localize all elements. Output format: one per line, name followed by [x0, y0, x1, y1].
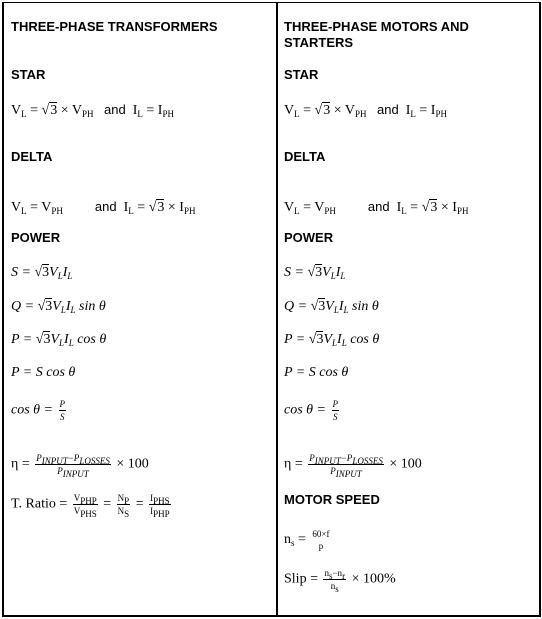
- synchronous-speed-formula: ns = 60×f p: [284, 529, 330, 551]
- real-power-formula: P = √3VLIL cos θ: [11, 331, 107, 348]
- real-power-formula: P = √3VLIL cos θ: [284, 331, 380, 348]
- apparent-power-formula: S = √3VLIL: [11, 264, 73, 281]
- motors-column: THREE-PHASE MOTORS AND STARTERS STAR VL =…: [278, 3, 539, 615]
- power-factor-formula: cos θ = PS: [284, 399, 339, 422]
- star-heading: STAR: [284, 67, 319, 82]
- star-formula: VL = √3 × VPH and IL = IPH: [284, 102, 447, 119]
- reactive-power-formula: Q = √3VLIL sin θ: [11, 298, 106, 315]
- motor-speed-heading: MOTOR SPEED: [284, 492, 380, 507]
- turns-ratio-formula: T. Ratio = VPHP VPHS = NP NS = IPHS IPHP: [11, 493, 171, 519]
- power-factor-product-formula: P = S cos θ: [11, 365, 76, 380]
- reactive-power-formula: Q = √3VLIL sin θ: [284, 298, 379, 315]
- power-factor-product-formula: P = S cos θ: [284, 365, 349, 380]
- efficiency-formula: η = PINPUT−PLOSSES PINPUT × 100: [284, 453, 422, 479]
- formula-table: THREE-PHASE TRANSFORMERS STAR VL = √3 × …: [2, 2, 541, 617]
- delta-heading: DELTA: [284, 149, 326, 164]
- star-formula: VL = √3 × VPH and IL = IPH: [11, 102, 174, 119]
- power-factor-formula: cos θ = PS: [11, 399, 66, 422]
- delta-heading: DELTA: [11, 149, 53, 164]
- power-heading: POWER: [284, 230, 334, 245]
- transformers-column: THREE-PHASE TRANSFORMERS STAR VL = √3 × …: [4, 3, 278, 615]
- power-heading: POWER: [11, 230, 61, 245]
- star-heading: STAR: [11, 67, 46, 82]
- column-title-motors: THREE-PHASE MOTORS AND STARTERS: [284, 19, 469, 50]
- delta-formula: VL = VPH and IL = √3 × IPH: [11, 199, 196, 216]
- slip-formula: Slip = ns−nr ns × 100%: [284, 568, 396, 594]
- delta-formula: VL = VPH and IL = √3 × IPH: [284, 199, 469, 216]
- column-title-transformers: THREE-PHASE TRANSFORMERS: [11, 19, 218, 34]
- efficiency-formula: η = PINPUT−PLOSSES PINPUT × 100: [11, 453, 149, 479]
- apparent-power-formula: S = √3VLIL: [284, 264, 346, 281]
